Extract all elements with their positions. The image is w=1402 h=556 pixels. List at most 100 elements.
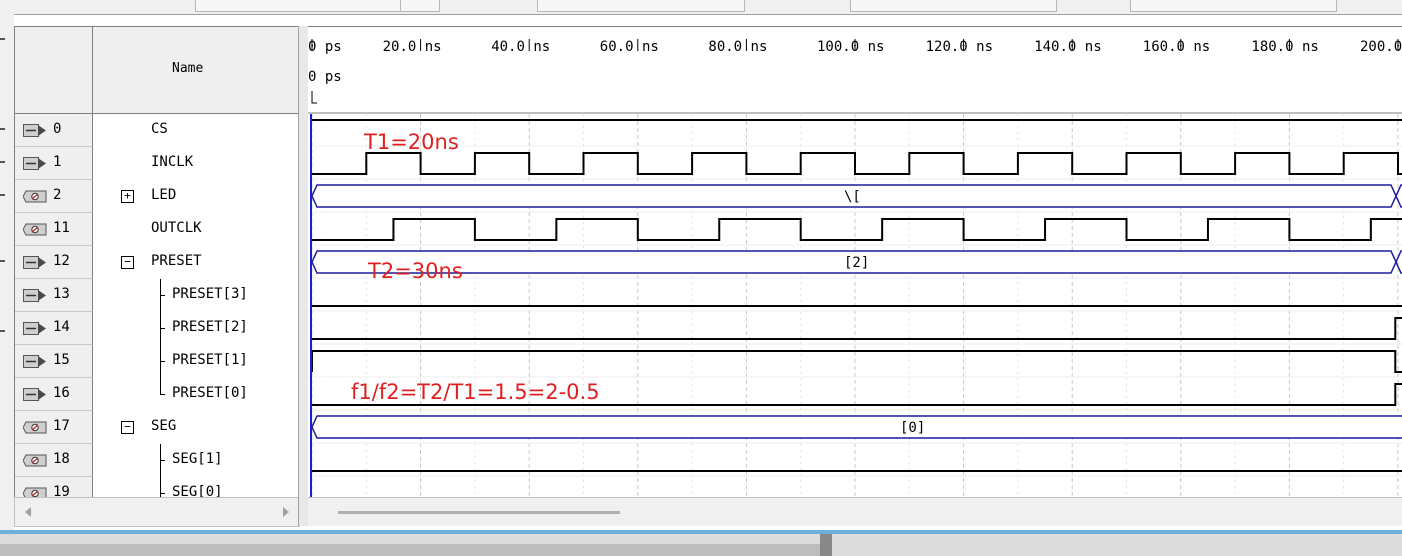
signal-name: PRESET[2]	[172, 319, 248, 335]
node-id-cell: 2	[15, 180, 93, 213]
signal-name: PRESET	[151, 253, 202, 269]
ruler-tick-label: 120.0 ns	[926, 39, 993, 55]
wave-seg	[311, 415, 1402, 439]
signal-name: PRESET[0]	[172, 385, 248, 401]
wave-preset2	[312, 317, 1402, 340]
signal-name: OUTCLK	[151, 220, 202, 236]
node-id-cell: 11	[15, 213, 93, 246]
node-id: 13	[53, 286, 70, 302]
input-pin-icon	[23, 256, 46, 269]
annotation-ratio: f1/f2=T2/T1=1.5=2-0.5	[351, 380, 600, 404]
wave-preset1	[311, 350, 1402, 373]
input-pin-icon	[23, 322, 46, 335]
cursor-time-label: 0 ps	[308, 69, 342, 85]
wave-preset-next	[1395, 250, 1402, 263]
toolbar-field[interactable]	[1130, 0, 1337, 12]
input-pin-icon	[23, 355, 46, 368]
ruler-tick-label: 60.0 ns	[600, 39, 659, 55]
node-id-cell: 17	[15, 411, 93, 444]
name-column-label: Name	[172, 61, 204, 76]
minus-box-icon[interactable]: −	[121, 256, 134, 269]
node-id: 2	[53, 187, 62, 203]
toolbar-field[interactable]	[537, 0, 745, 12]
node-id-cell: 16	[15, 378, 93, 411]
input-pin-icon	[23, 124, 46, 137]
input-pin-icon	[23, 388, 46, 401]
signal-name: SEG[1]	[172, 451, 223, 467]
toolbar-field[interactable]	[850, 0, 1057, 12]
node-id-cell: 12	[15, 246, 93, 279]
wave-inclk	[312, 152, 1402, 175]
output-pin-icon	[23, 190, 47, 203]
node-id: 16	[53, 385, 70, 401]
ruler-tick-label: 40.0 ns	[491, 39, 550, 55]
top-toolbar-strip	[0, 0, 1402, 15]
node-id: 0	[53, 121, 62, 137]
arrow-left-icon[interactable]	[25, 507, 31, 517]
wave-led-value: \[	[844, 189, 861, 205]
signal-name: PRESET[3]	[172, 286, 248, 302]
node-id-cell: 1	[15, 147, 93, 180]
signal-name: INCLK	[151, 154, 194, 170]
scrollbar-thumb[interactable]	[338, 511, 620, 514]
plus-box-icon[interactable]: +	[121, 190, 134, 203]
input-pin-icon	[23, 157, 46, 170]
signal-row[interactable]: 1 INCLK	[15, 147, 299, 180]
node-id: 12	[53, 253, 70, 269]
arrow-right-icon[interactable]	[283, 507, 289, 517]
node-id-header	[15, 27, 93, 114]
output-pin-icon	[23, 454, 47, 467]
signal-name: LED	[151, 187, 177, 203]
node-id-cell: 14	[15, 312, 93, 345]
signal-name: PRESET[1]	[172, 352, 248, 368]
status-bar-segment	[0, 544, 820, 556]
ruler-tick-label: 160.0 ns	[1143, 39, 1210, 55]
tree-line	[160, 279, 161, 395]
signal-row[interactable]: 14 PRESET[2]	[15, 312, 299, 345]
wave-outclk	[312, 218, 1402, 241]
waveform-scrollbar[interactable]	[308, 497, 1402, 526]
signal-row[interactable]: 11 OUTCLK	[15, 213, 299, 246]
node-id-cell: 13	[15, 279, 93, 312]
ruler-tick-label: 200.0	[1360, 39, 1402, 55]
signal-name: CS	[151, 121, 168, 137]
wave-preset-value: [2]	[844, 255, 869, 271]
signal-row[interactable]: 16 PRESET[0]	[15, 378, 299, 411]
minus-box-icon[interactable]: −	[121, 421, 134, 434]
node-id-cell: 0	[15, 114, 93, 147]
ruler-tick-label: 180.0 ns	[1251, 39, 1318, 55]
signal-row[interactable]: 13 PRESET[3]	[15, 279, 299, 312]
waveform-panel[interactable]: 0 ps 20.0 ns 40.0 ns 60.0 ns 80.0 ns 100.0 ns…	[308, 26, 1402, 499]
wave-seg-value: [0]	[900, 420, 925, 436]
left-gutter	[0, 14, 14, 530]
toolbar-field[interactable]	[195, 0, 402, 12]
ruler-tick-label: 100.0 ns	[817, 39, 884, 55]
wave-led-next	[1395, 184, 1402, 197]
wave-led-next	[1395, 195, 1402, 208]
node-id: 14	[53, 319, 70, 335]
input-pin-icon	[23, 289, 46, 302]
name-panel-scrollbar[interactable]	[14, 497, 300, 527]
signal-row[interactable]: 17 − SEG	[15, 411, 299, 444]
name-column-header[interactable]: Name	[93, 27, 299, 114]
signal-row[interactable]: 12 − PRESET	[15, 246, 299, 279]
signal-name-panel: Name 0 CS 1 INCLK 2 + LED 11 OUTCLK 12 − PRESET 13 PR…	[14, 26, 300, 500]
toolbar-spin-button[interactable]	[400, 0, 440, 12]
node-id: 1	[53, 154, 62, 170]
ruler-tick-label: 20.0 ns	[383, 39, 442, 55]
node-id: 11	[53, 220, 70, 236]
node-id-cell: 15	[15, 345, 93, 378]
signal-row[interactable]: 0 CS	[15, 114, 299, 147]
signal-row[interactable]: 18 SEG[1]	[15, 444, 299, 477]
splitter-grip[interactable]	[820, 534, 832, 556]
status-bar	[0, 530, 1402, 556]
signal-name: SEG	[151, 418, 177, 434]
waveform-canvas[interactable]: 0 ps 20.0 ns 40.0 ns 60.0 ns 80.0 ns 100.0 ns…	[308, 27, 1402, 499]
signal-row[interactable]: 15 PRESET[1]	[15, 345, 299, 378]
annotation-t2: T2=30ns	[367, 259, 463, 283]
node-id: 17	[53, 418, 70, 434]
signal-row[interactable]: 2 + LED	[15, 180, 299, 213]
annotation-t1: T1=20ns	[363, 130, 459, 154]
wave-preset-next	[1395, 261, 1402, 274]
node-id-cell: 18	[15, 444, 93, 477]
